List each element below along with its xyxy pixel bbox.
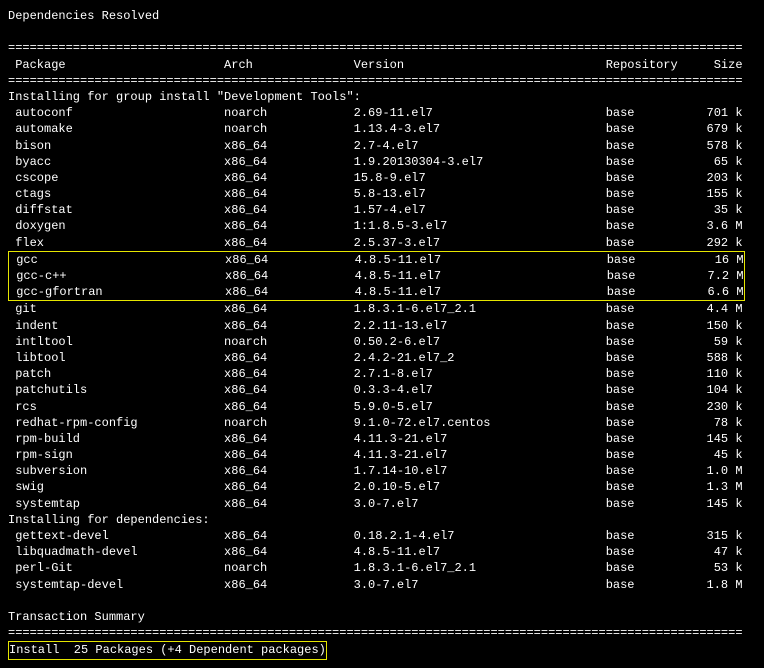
package-row: autoconf noarch 2.69-11.el7 base 701 k (8, 105, 756, 121)
package-row: libtool x86_64 2.4.2-21.el7_2 base 588 k (8, 350, 756, 366)
package-row: libquadmath-devel x86_64 4.8.5-11.el7 ba… (8, 544, 756, 560)
dependencies-resolved-line: Dependencies Resolved (8, 8, 756, 24)
package-row: subversion x86_64 1.7.14-10.el7 base 1.0… (8, 463, 756, 479)
column-header-row: Package Arch Version Repository Size (8, 57, 756, 73)
package-row: gcc-c++ x86_64 4.8.5-11.el7 base 7.2 M (9, 268, 744, 284)
package-row: gettext-devel x86_64 0.18.2.1-4.el7 base… (8, 528, 756, 544)
install-summary-line: Install 25 Packages (+4 Dependent packag… (9, 643, 326, 657)
section-install-group: Installing for group install "Developmen… (8, 89, 756, 105)
install-summary-highlight: Install 25 Packages (+4 Dependent packag… (8, 641, 327, 659)
package-row: redhat-rpm-config noarch 9.1.0-72.el7.ce… (8, 415, 756, 431)
package-row: doxygen x86_64 1:1.8.5-3.el7 base 3.6 M (8, 218, 756, 234)
package-row: automake noarch 1.13.4-3.el7 base 679 k (8, 121, 756, 137)
separator-bottom: ========================================… (8, 625, 756, 641)
package-row: flex x86_64 2.5.37-3.el7 base 292 k (8, 235, 756, 251)
separator-top: ========================================… (8, 40, 756, 56)
separator-mid: ========================================… (8, 73, 756, 89)
package-row: rcs x86_64 5.9.0-5.el7 base 230 k (8, 399, 756, 415)
blank-line (8, 593, 756, 609)
package-row: gcc x86_64 4.8.5-11.el7 base 16 M (9, 252, 744, 268)
package-row: patch x86_64 2.7.1-8.el7 base 110 k (8, 366, 756, 382)
package-row: cscope x86_64 15.8-9.el7 base 203 k (8, 170, 756, 186)
package-row: rpm-build x86_64 4.11.3-21.el7 base 145 … (8, 431, 756, 447)
blank-line (8, 24, 756, 40)
package-row: diffstat x86_64 1.57-4.el7 base 35 k (8, 202, 756, 218)
package-row: indent x86_64 2.2.11-13.el7 base 150 k (8, 318, 756, 334)
package-row: patchutils x86_64 0.3.3-4.el7 base 104 k (8, 382, 756, 398)
section-install-deps: Installing for dependencies: (8, 512, 756, 528)
package-row: rpm-sign x86_64 4.11.3-21.el7 base 45 k (8, 447, 756, 463)
package-row: byacc x86_64 1.9.20130304-3.el7 base 65 … (8, 154, 756, 170)
gcc-highlight-box: gcc x86_64 4.8.5-11.el7 base 16 M gcc-c+… (8, 251, 745, 302)
package-row: perl-Git noarch 1.8.3.1-6.el7_2.1 base 5… (8, 560, 756, 576)
package-row: bison x86_64 2.7-4.el7 base 578 k (8, 138, 756, 154)
package-row: systemtap-devel x86_64 3.0-7.el7 base 1.… (8, 577, 756, 593)
transaction-summary-title: Transaction Summary (8, 609, 756, 625)
package-row: systemtap x86_64 3.0-7.el7 base 145 k (8, 496, 756, 512)
package-row: intltool noarch 0.50.2-6.el7 base 59 k (8, 334, 756, 350)
package-row: gcc-gfortran x86_64 4.8.5-11.el7 base 6.… (9, 284, 744, 300)
package-row: swig x86_64 2.0.10-5.el7 base 1.3 M (8, 479, 756, 495)
package-row: ctags x86_64 5.8-13.el7 base 155 k (8, 186, 756, 202)
package-row: git x86_64 1.8.3.1-6.el7_2.1 base 4.4 M (8, 301, 756, 317)
